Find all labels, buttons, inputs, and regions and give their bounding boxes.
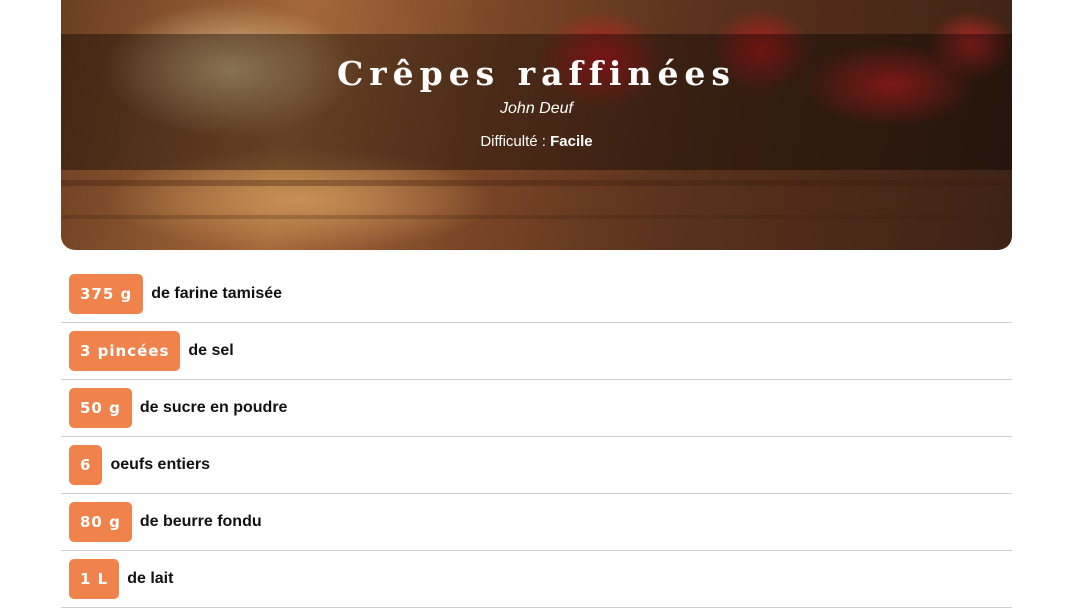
ingredient-item: 3 pincées de sel bbox=[61, 323, 1012, 380]
recipe-hero-image: Crêpes raffinées John Deuf Difficulté : … bbox=[61, 0, 1012, 250]
ingredient-name: de farine tamisée bbox=[151, 285, 283, 302]
hero-decoration bbox=[61, 180, 1012, 186]
ingredient-list: 375 g de farine tamisée 3 pincées de sel… bbox=[61, 266, 1012, 608]
quantity-badge: 80 g bbox=[69, 502, 132, 542]
difficulty-label: Difficulté : bbox=[480, 133, 546, 150]
recipe-author: John Deuf bbox=[500, 100, 573, 117]
quantity-badge: 3 pincées bbox=[69, 331, 181, 371]
ingredient-name: de sel bbox=[188, 342, 234, 359]
ingredient-name: de sucre en poudre bbox=[139, 399, 288, 416]
ingredient-name: oeufs entiers bbox=[110, 456, 211, 473]
ingredient-item: 1 L de lait bbox=[61, 551, 1012, 608]
quantity-badge: 6 bbox=[69, 445, 103, 485]
ingredient-item: 80 g de beurre fondu bbox=[61, 494, 1012, 551]
hero-decoration bbox=[61, 215, 1012, 219]
difficulty-value: Facile bbox=[550, 133, 593, 150]
ingredient-name: de beurre fondu bbox=[139, 513, 262, 530]
quantity-badge: 1 L bbox=[69, 559, 120, 599]
ingredient-item: 50 g de sucre en poudre bbox=[61, 380, 1012, 437]
recipe-difficulty: Difficulté : Facile bbox=[61, 133, 1012, 150]
quantity-badge: 375 g bbox=[69, 274, 144, 314]
quantity-badge: 50 g bbox=[69, 388, 132, 428]
ingredient-name: de lait bbox=[127, 570, 174, 587]
ingredient-item: 6 oeufs entiers bbox=[61, 437, 1012, 494]
recipe-title: Crêpes raffinées bbox=[336, 54, 737, 93]
ingredient-item: 375 g de farine tamisée bbox=[61, 266, 1012, 323]
